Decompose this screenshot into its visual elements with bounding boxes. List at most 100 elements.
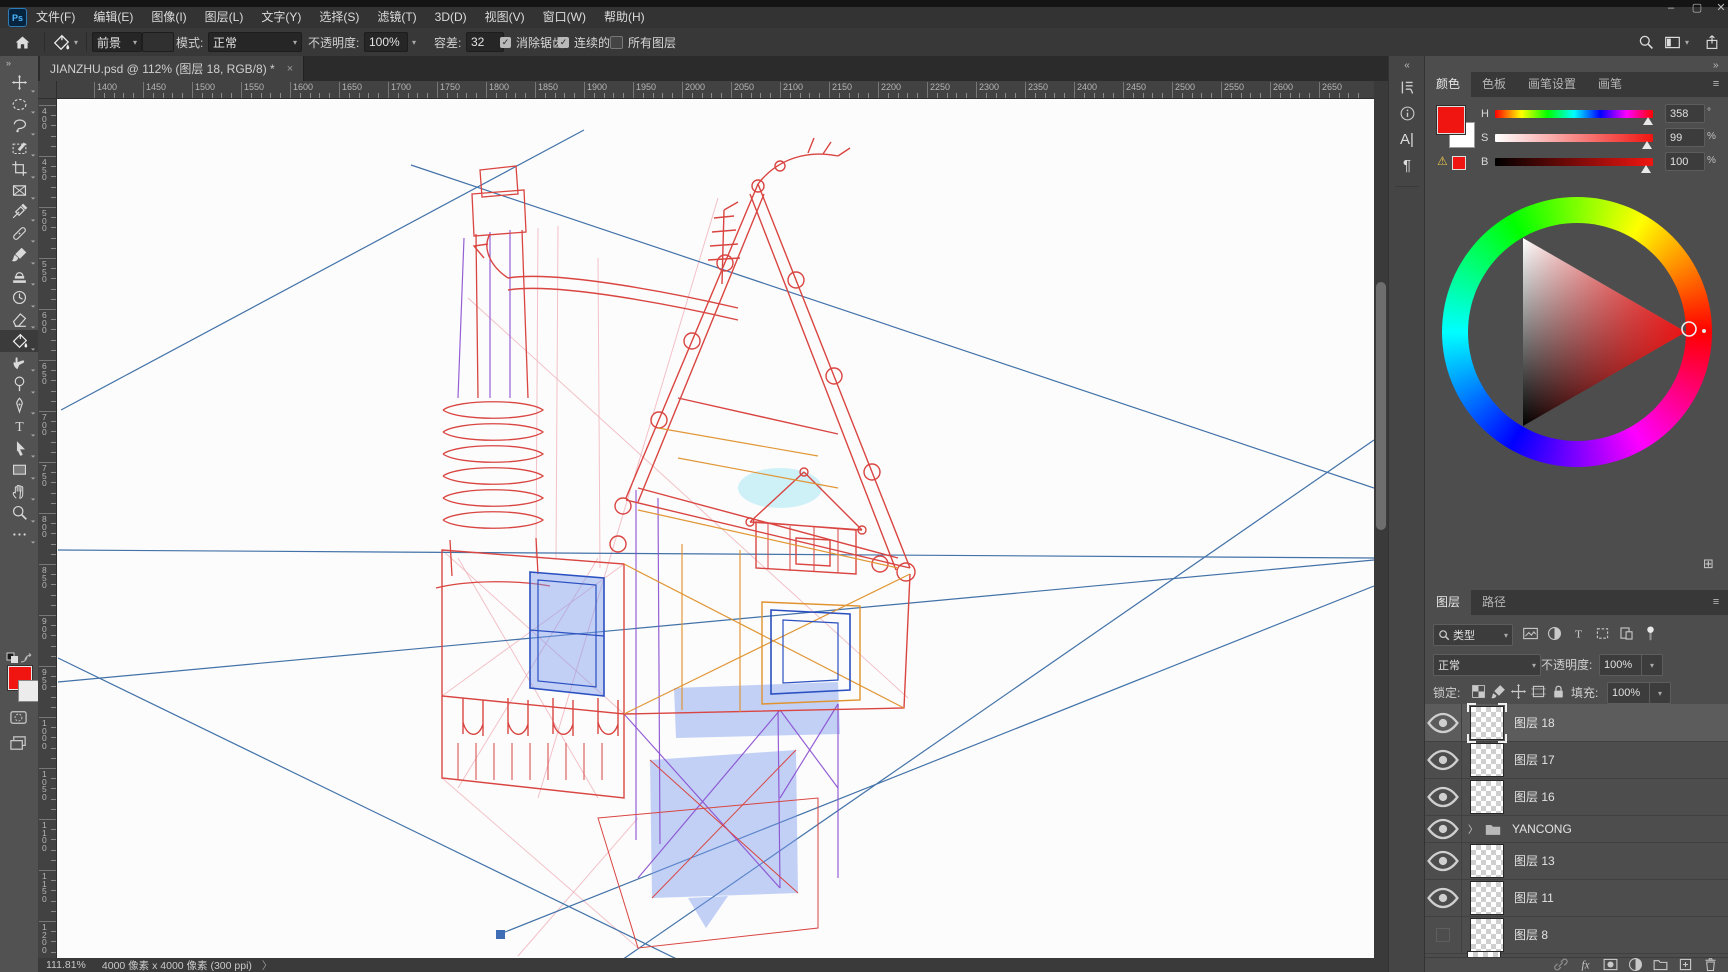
brush-tool[interactable]: [0, 244, 38, 266]
paint-bucket-tool[interactable]: [0, 330, 38, 352]
layers-panel-menu-icon[interactable]: ≡: [1709, 596, 1723, 608]
crop-tool[interactable]: [0, 158, 38, 180]
mode-select[interactable]: 正常 ▾: [208, 28, 302, 56]
color-panel-menu-icon[interactable]: ≡: [1709, 78, 1723, 90]
layer-row-0[interactable]: 图层 18: [1425, 702, 1728, 743]
visibility-empty[interactable]: [1425, 916, 1462, 953]
workspace-icon[interactable]: ▾: [1664, 28, 1689, 56]
home-icon[interactable]: [14, 28, 31, 56]
layer-effects[interactable]: fx: [1573, 955, 1598, 972]
libraries-icon[interactable]: [1389, 74, 1425, 100]
lasso-tool[interactable]: [0, 115, 38, 137]
tab-color[interactable]: 颜色: [1425, 72, 1472, 97]
screen-mode-icon[interactable]: [9, 734, 28, 756]
share-icon[interactable]: [1704, 28, 1720, 56]
menu-10[interactable]: 帮助(H): [595, 7, 654, 28]
menu-5[interactable]: 选择(S): [310, 7, 368, 28]
menu-7[interactable]: 3D(D): [426, 7, 476, 28]
background-color-swatch[interactable]: [18, 680, 40, 702]
layer-thumbnail[interactable]: [1470, 779, 1504, 814]
visibility-eye-icon[interactable]: [1425, 704, 1462, 741]
minimize-button[interactable]: –: [1660, 0, 1682, 18]
zoom-level[interactable]: 111.81%: [46, 959, 86, 971]
smudge-tool[interactable]: [0, 352, 38, 374]
close-button[interactable]: ✕: [1710, 0, 1728, 18]
slider-value-H[interactable]: 358: [1665, 104, 1705, 123]
layer-name[interactable]: 图层 17: [1514, 751, 1555, 768]
menu-1[interactable]: 编辑(E): [84, 7, 142, 28]
shape-layer-filter[interactable]: [1591, 622, 1613, 644]
paragraph-icon[interactable]: ¶: [1389, 152, 1425, 178]
opacity-value[interactable]: 100% ▾: [364, 28, 416, 56]
maximize-button[interactable]: ▢: [1686, 0, 1708, 18]
type-layer-filter[interactable]: T: [1567, 622, 1589, 644]
delete-layer[interactable]: [1698, 955, 1723, 972]
menu-0[interactable]: 文件(F): [27, 7, 84, 28]
layer-name[interactable]: 图层 18: [1514, 714, 1555, 731]
tab-close-icon[interactable]: ×: [287, 63, 293, 75]
layer-row-6[interactable]: 图层 8: [1425, 916, 1728, 954]
group-collapse-icon[interactable]: 〉: [1468, 821, 1478, 836]
layer-name[interactable]: 图层 11: [1514, 889, 1554, 906]
history-brush-tool[interactable]: [0, 287, 38, 309]
slider-track-B[interactable]: [1495, 158, 1653, 166]
layer-thumbnail[interactable]: [1470, 880, 1504, 915]
move-tool[interactable]: [0, 72, 38, 94]
lock-pixels[interactable]: [1489, 682, 1507, 700]
layer-row-3[interactable]: 〉 YANCONG: [1425, 815, 1728, 843]
swap-colors-icon[interactable]: [5, 652, 35, 664]
pattern-picker[interactable]: [142, 28, 174, 56]
new-group[interactable]: [1648, 955, 1673, 972]
new-layer[interactable]: [1673, 955, 1698, 972]
layer-row-5[interactable]: 图层 11: [1425, 879, 1728, 917]
sb-triangle[interactable]: [1442, 197, 1712, 467]
slider-track-S[interactable]: [1495, 134, 1653, 142]
character-icon[interactable]: A|: [1389, 126, 1425, 152]
collapse-panels-icon[interactable]: »: [1713, 60, 1719, 71]
tab-brush-settings[interactable]: 画笔设置: [1517, 72, 1587, 97]
filter-toggle[interactable]: [1639, 622, 1661, 644]
search-icon[interactable]: [1638, 28, 1654, 56]
status-chevron-icon[interactable]: 〉: [262, 958, 273, 972]
clone-stamp-tool[interactable]: [0, 266, 38, 288]
canvas-vertical-scrollbar[interactable]: [1374, 98, 1388, 958]
tab-brushes[interactable]: 画笔: [1587, 72, 1633, 97]
lock-all[interactable]: [1549, 682, 1567, 700]
app-logo[interactable]: Ps: [8, 8, 27, 27]
adjustment-layer-filter[interactable]: [1543, 622, 1565, 644]
visibility-eye-icon[interactable]: [1425, 778, 1462, 815]
layer-opacity-value[interactable]: 100%: [1599, 654, 1647, 676]
marquee-tool[interactable]: [0, 94, 38, 116]
layer-filter-select[interactable]: 类型 ▾: [1433, 624, 1513, 646]
frame-tool[interactable]: [0, 180, 38, 202]
layer-thumbnail[interactable]: [1470, 917, 1504, 952]
info-icon[interactable]: [1389, 100, 1425, 126]
visibility-eye-icon[interactable]: [1425, 842, 1462, 879]
layer-thumbnail[interactable]: [1467, 702, 1507, 743]
panel-foreground-swatch[interactable]: [1437, 106, 1465, 134]
layer-thumbnail[interactable]: [1470, 742, 1504, 777]
slider-handle-B[interactable]: [1641, 165, 1651, 173]
menu-4[interactable]: 文字(Y): [252, 7, 310, 28]
layer-name[interactable]: 图层 13: [1514, 852, 1555, 869]
layer-name[interactable]: 图层 8: [1514, 926, 1548, 943]
tool-preset-bucket-icon[interactable]: ▾: [52, 28, 78, 56]
fill-source-select[interactable]: 前景 ▾: [92, 28, 142, 56]
menu-2[interactable]: 图像(I): [142, 7, 195, 28]
gamut-swatch[interactable]: [1452, 156, 1466, 170]
edit-toolbar-tool[interactable]: [0, 524, 38, 546]
eyedropper-tool[interactable]: [0, 201, 38, 223]
blend-mode-select[interactable]: 正常 ▾: [1433, 654, 1541, 676]
layer-row-2[interactable]: 图层 16: [1425, 778, 1728, 816]
tab-paths[interactable]: 路径: [1471, 590, 1517, 615]
layer-opacity-chevron[interactable]: ▾: [1641, 654, 1663, 676]
lock-transparent[interactable]: [1469, 682, 1487, 700]
menu-8[interactable]: 视图(V): [476, 7, 534, 28]
expand-panels-icon[interactable]: «: [1389, 56, 1425, 74]
quick-mask-icon[interactable]: [9, 708, 28, 730]
layer-fill-chevron[interactable]: ▾: [1649, 682, 1671, 704]
pixel-layer-filter[interactable]: [1519, 622, 1541, 644]
object-selection-tool[interactable]: [0, 137, 38, 159]
lock-artboard[interactable]: [1529, 682, 1547, 700]
toolbar-collapse-icon[interactable]: »: [0, 56, 38, 72]
